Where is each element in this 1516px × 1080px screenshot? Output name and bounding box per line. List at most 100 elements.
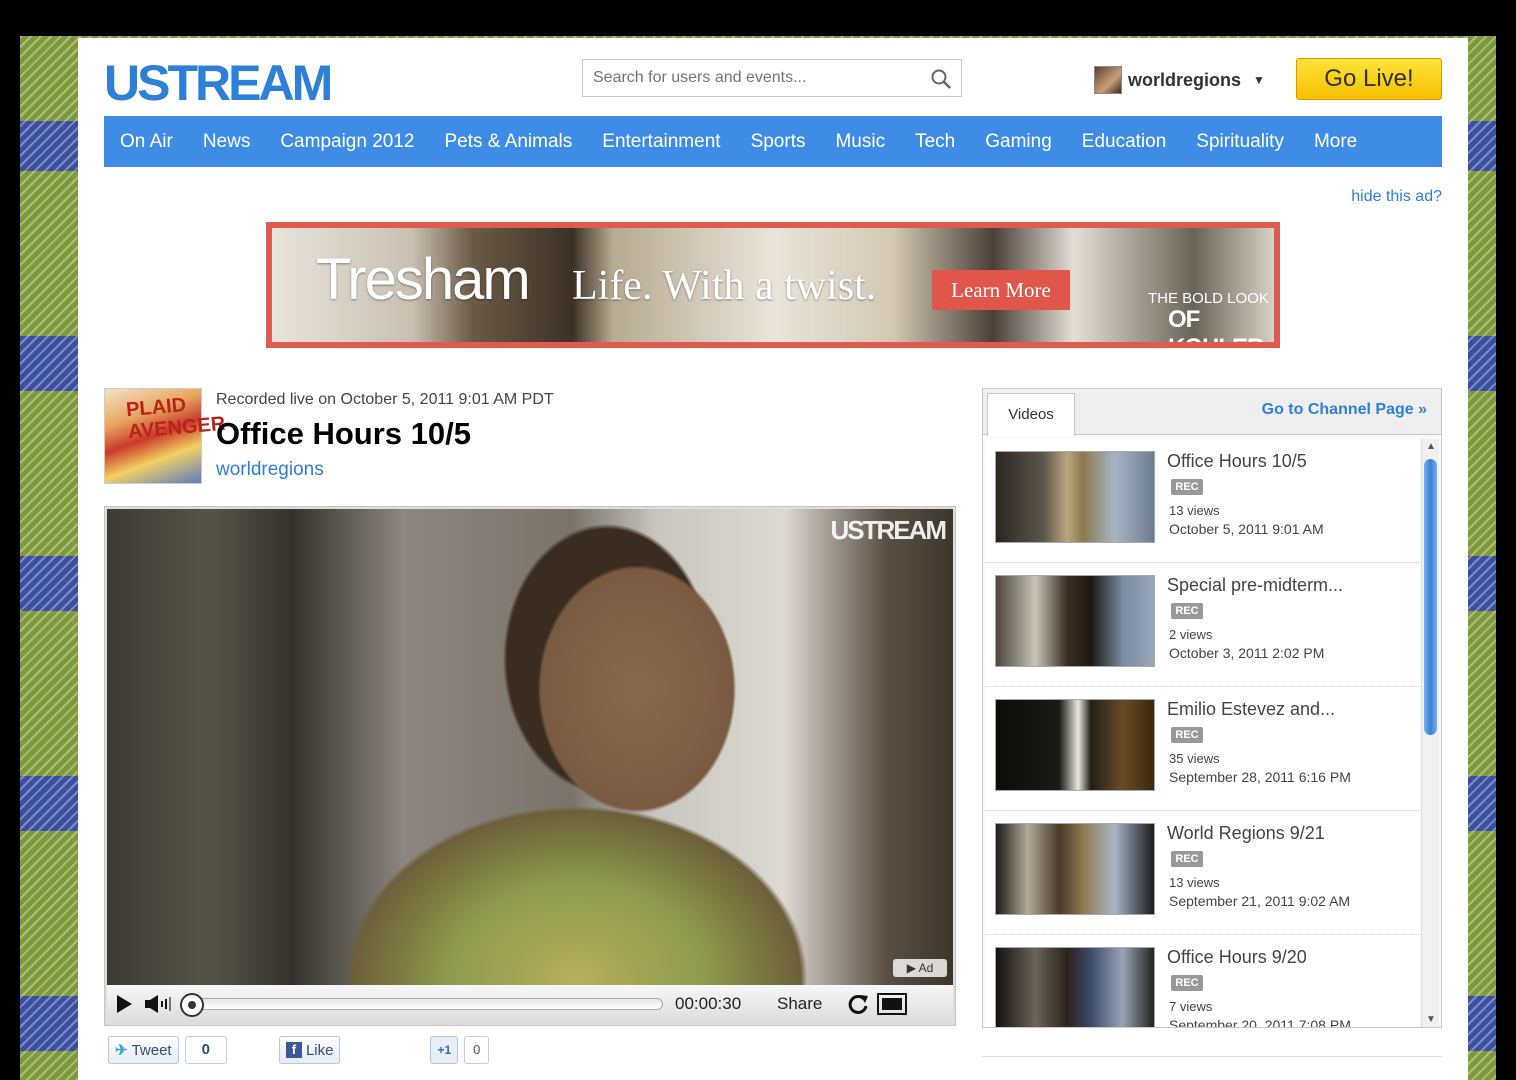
username: worldregions <box>1128 69 1242 90</box>
nav-item-campaign-2012[interactable]: Campaign 2012 <box>280 131 414 153</box>
nav-item-gaming[interactable]: Gaming <box>985 131 1052 153</box>
rec-badge: REC <box>1171 975 1203 991</box>
video-list-scrollbar[interactable]: ▲ ▼ <box>1421 439 1439 1027</box>
ad-banner[interactable]: Tresham Life. With a twist. Learn More T… <box>266 222 1280 348</box>
nav-item-sports[interactable]: Sports <box>751 131 806 153</box>
volume-icon[interactable] <box>141 985 175 1023</box>
go-live-button[interactable]: Go Live! <box>1296 58 1442 100</box>
video-date: October 3, 2011 2:02 PM <box>1169 645 1325 661</box>
nav-item-education[interactable]: Education <box>1082 131 1167 153</box>
tab-videos[interactable]: Videos <box>987 393 1075 436</box>
go-to-channel-link[interactable]: Go to Channel Page » <box>1262 401 1427 419</box>
player-watermark: USTREAM <box>830 515 947 545</box>
plusone-label: +1 <box>437 1043 452 1057</box>
video-item-title[interactable]: Office Hours 9/20 <box>1167 947 1307 968</box>
facebook-like-button[interactable]: f Like <box>278 1036 341 1064</box>
social-bar: ✈ Tweet 0 f Like +1 0 <box>108 1036 490 1064</box>
video-list: Office Hours 10/5 REC 13 views October 5… <box>985 439 1419 1027</box>
category-nav: On Air News Campaign 2012 Pets & Animals… <box>104 116 1442 167</box>
video-views: 2 views <box>1169 627 1213 642</box>
rec-badge: REC <box>1171 479 1203 495</box>
scrollbar-thumb[interactable] <box>1424 459 1437 735</box>
channel-link[interactable]: worldregions <box>216 459 324 481</box>
user-avatar <box>1094 66 1122 94</box>
tweet-count: 0 <box>184 1036 227 1064</box>
tweet-button[interactable]: ✈ Tweet <box>108 1036 179 1064</box>
player-controls: 00:00:30 Share <box>107 985 953 1023</box>
screen: USTREAM worldregions ▼ Go Live! On Air N… <box>0 0 1516 1080</box>
recorded-info: Recorded live on October 5, 2011 9:01 AM… <box>216 391 554 408</box>
video-item-title[interactable]: World Regions 9/21 <box>1167 823 1325 844</box>
video-thumbnail[interactable] <box>995 699 1155 791</box>
video-views: 7 views <box>1169 999 1213 1014</box>
play-icon[interactable] <box>107 985 141 1023</box>
list-item[interactable]: Emilio Estevez and... REC 35 views Septe… <box>985 687 1419 811</box>
scroll-down-icon[interactable]: ▼ <box>1426 1014 1436 1025</box>
panel-header: Videos Go to Channel Page » <box>983 389 1441 436</box>
channel-videos-panel: Videos Go to Channel Page » Office Hours… <box>982 388 1442 1028</box>
video-thumbnail[interactable] <box>995 451 1155 543</box>
nav-item-tech[interactable]: Tech <box>915 131 955 153</box>
video-frame[interactable]: USTREAM ▶ Ad <box>107 509 953 985</box>
seek-knob[interactable] <box>180 993 204 1017</box>
video-date: September 20, 2011 7:08 PM <box>1169 1017 1351 1027</box>
ad-badge[interactable]: ▶ Ad <box>893 959 947 977</box>
rec-badge: REC <box>1171 727 1203 743</box>
rec-badge: REC <box>1171 851 1203 867</box>
ustream-logo[interactable]: USTREAM <box>104 54 333 112</box>
search-box <box>582 59 962 97</box>
playback-time: 00:00:30 <box>675 994 742 1013</box>
nav-item-music[interactable]: Music <box>835 131 885 153</box>
list-item[interactable]: Office Hours 10/5 REC 13 views October 5… <box>985 439 1419 563</box>
ad-brand: Tresham <box>316 247 531 312</box>
page: USTREAM worldregions ▼ Go Live! On Air N… <box>78 38 1468 1080</box>
nav-item-pets-animals[interactable]: Pets & Animals <box>444 131 572 153</box>
ad-kohler-line1: THE BOLD LOOK <box>1148 290 1269 307</box>
facebook-icon: f <box>285 1042 302 1058</box>
channel-thumbnail[interactable]: PLAID AVENGER <box>104 388 226 484</box>
video-date: October 5, 2011 9:01 AM <box>1169 521 1324 537</box>
nav-item-news[interactable]: News <box>203 131 251 153</box>
video-player: USTREAM ▶ Ad 00:00:30 Share <box>104 506 956 1026</box>
seek-bar[interactable] <box>180 993 663 1017</box>
video-item-title[interactable]: Emilio Estevez and... <box>1167 699 1335 720</box>
ad-learn-more-button[interactable]: Learn More <box>932 270 1070 310</box>
ad-tagline: Life. With a twist. <box>572 263 877 309</box>
share-button[interactable]: Share <box>777 994 841 1014</box>
nav-item-on-air[interactable]: On Air <box>120 131 173 153</box>
twitter-bird-icon: ✈ <box>115 1042 128 1059</box>
nav-item-spirituality[interactable]: Spirituality <box>1196 131 1284 153</box>
nav-item-more[interactable]: More <box>1314 131 1357 153</box>
caret-down-icon: ▼ <box>1253 73 1265 87</box>
video-views: 35 views <box>1169 751 1220 766</box>
video-item-title[interactable]: Office Hours 10/5 <box>1167 451 1307 472</box>
video-thumbnail[interactable] <box>995 823 1155 915</box>
rec-badge: REC <box>1171 603 1203 619</box>
refresh-icon[interactable] <box>841 985 875 1023</box>
video-item-title[interactable]: Special pre-midterm... <box>1167 575 1343 596</box>
fullscreen-icon[interactable] <box>875 985 909 1023</box>
video-date: September 28, 2011 6:16 PM <box>1169 769 1351 785</box>
search-input[interactable] <box>583 60 913 96</box>
channel-thumbnail-text: PLAID AVENGER <box>125 394 227 444</box>
list-item[interactable]: World Regions 9/21 REC 13 views Septembe… <box>985 811 1419 935</box>
user-menu[interactable]: worldregions ▼ <box>1094 66 1265 94</box>
divider <box>982 1056 1442 1057</box>
nav-item-entertainment[interactable]: Entertainment <box>602 131 720 153</box>
ad-kohler-logo: OF KOHLER. <box>1168 306 1270 348</box>
like-label: Like <box>305 1041 334 1059</box>
tweet-label: Tweet <box>131 1041 172 1059</box>
video-views: 13 views <box>1169 875 1220 890</box>
video-thumbnail[interactable] <box>995 947 1155 1027</box>
video-title: Office Hours 10/5 <box>216 416 471 451</box>
video-thumbnail[interactable] <box>995 575 1155 667</box>
video-date: September 21, 2011 9:02 AM <box>1169 893 1351 909</box>
video-views: 13 views <box>1169 503 1220 518</box>
google-plusone-button[interactable]: +1 <box>430 1036 459 1064</box>
list-item[interactable]: Special pre-midterm... REC 2 views Octob… <box>985 563 1419 687</box>
scroll-up-icon[interactable]: ▲ <box>1426 441 1436 452</box>
list-item[interactable]: Office Hours 9/20 REC 7 views September … <box>985 935 1419 1027</box>
search-icon[interactable] <box>929 67 953 91</box>
hide-ad-link[interactable]: hide this ad? <box>1351 188 1442 206</box>
plusone-count: 0 <box>464 1036 490 1064</box>
